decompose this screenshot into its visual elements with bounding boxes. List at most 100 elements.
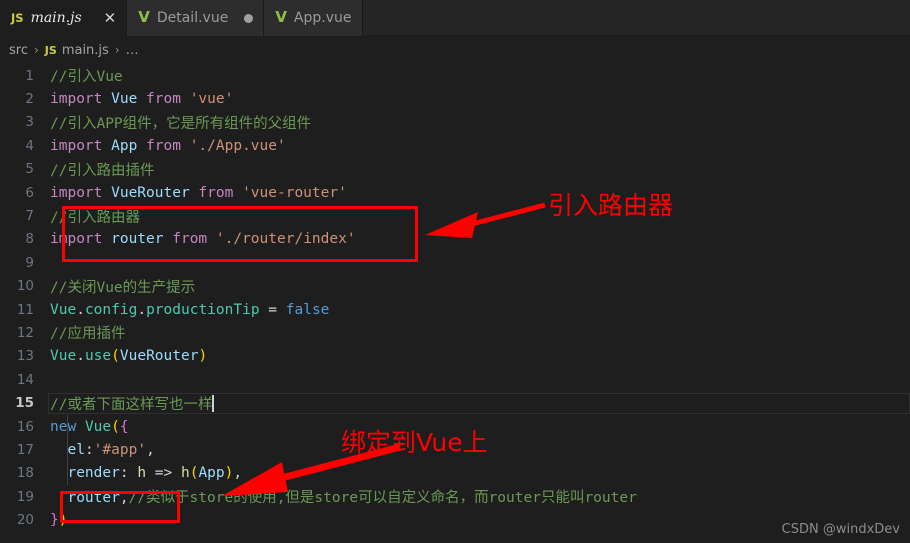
line-number: 9 — [25, 254, 34, 271]
code-line[interactable]: 1 //引入Vue — [0, 64, 910, 87]
line-number: 16 — [16, 418, 34, 435]
code-token: //应用插件 — [50, 326, 126, 343]
tab-app-vue[interactable]: V App.vue — [264, 0, 363, 36]
line-number: 1 — [25, 67, 34, 84]
code-line[interactable]: 14 — [0, 368, 910, 391]
line-number: 3 — [25, 114, 34, 131]
code-token: //或者下面这样写也一样 — [50, 396, 213, 413]
code-line[interactable]: 7 //引入路由器 — [0, 204, 910, 227]
code-line[interactable]: 2 import Vue from 'vue' — [0, 87, 910, 110]
code-token: 'vue-router' — [242, 184, 347, 201]
code-text[interactable]: Vue.use(VueRouter) — [48, 348, 910, 364]
code-text[interactable]: import VueRouter from 'vue-router' — [48, 185, 910, 201]
code-line[interactable]: 3 //引入APP组件，它是所有组件的父组件 — [0, 111, 910, 134]
code-token: from — [198, 184, 234, 201]
breadcrumb-item-src[interactable]: src — [9, 43, 28, 58]
code-text[interactable]: //或者下面这样写也一样 — [48, 393, 910, 414]
code-token: productionTip — [146, 301, 260, 318]
breadcrumb-item-file[interactable]: main.js — [62, 43, 109, 58]
code-line[interactable]: 18 render: h => h(App), — [0, 462, 910, 485]
code-token: Vue — [84, 418, 112, 435]
code-token: , — [146, 441, 155, 458]
code-text[interactable]: Vue.config.productionTip = false — [48, 302, 910, 318]
code-text[interactable]: //引入Vue — [48, 65, 910, 86]
code-text[interactable]: router,//类似于store的使用,但是store可以自定义命名，而rou… — [48, 486, 910, 507]
code-text[interactable]: import App from './App.vue' — [48, 138, 910, 154]
code-text[interactable]: import router from './router/index' — [48, 231, 910, 247]
line-number: 13 — [16, 348, 34, 365]
line-number: 11 — [16, 301, 34, 318]
unsaved-indicator-icon[interactable] — [244, 13, 254, 23]
code-line[interactable]: 8 import router from './router/index' — [0, 228, 910, 251]
code-token: from — [146, 91, 181, 108]
code-token: Vue — [50, 301, 77, 318]
tab-main-js[interactable]: JS main.js ✕ — [0, 0, 128, 36]
code-text[interactable]: //引入APP组件，它是所有组件的父组件 — [48, 112, 910, 133]
code-line[interactable]: 15 //或者下面这样写也一样 — [0, 391, 910, 414]
code-editor[interactable]: 1 //引入Vue 2 import Vue from 'vue' 3 //引入APP组件… — [0, 64, 910, 543]
tab-label: App.vue — [293, 10, 352, 26]
code-token: //引入Vue — [50, 69, 123, 86]
code-line[interactable]: 12 //应用插件 — [0, 321, 910, 344]
line-number: 4 — [25, 137, 34, 154]
code-token: render — [67, 465, 120, 482]
vscode-window: JS main.js ✕ V Detail.vue V App.vue src … — [0, 0, 910, 543]
code-token: h — [180, 465, 190, 482]
tab-detail-vue[interactable]: V Detail.vue — [127, 0, 265, 36]
code-token: //类似于store的使用,但是store可以自定义命名，而router只能叫r… — [128, 490, 637, 507]
code-token: //关闭Vue的生产提示 — [50, 279, 196, 296]
line-number: 10 — [16, 278, 34, 295]
code-token: '#app' — [93, 441, 147, 458]
close-icon[interactable]: ✕ — [104, 10, 117, 26]
code-text[interactable]: //关闭Vue的生产提示 — [48, 276, 910, 297]
code-token: : — [119, 465, 138, 482]
code-line[interactable]: 19 router,//类似于store的使用,但是store可以自定义命名，而… — [0, 485, 910, 508]
code-token: } — [50, 512, 59, 529]
code-token: router — [67, 490, 120, 507]
line-number: 17 — [16, 441, 34, 458]
code-line[interactable]: 13 Vue.use(VueRouter) — [0, 345, 910, 368]
line-number: 2 — [25, 91, 34, 108]
code-token: false — [285, 301, 330, 318]
watermark: CSDN @windxDev — [781, 522, 900, 537]
code-token: . — [137, 301, 147, 318]
chevron-right-icon: › — [33, 43, 39, 57]
line-number: 7 — [25, 208, 34, 225]
vue-file-icon: V — [138, 8, 150, 26]
text-cursor — [212, 394, 214, 412]
breadcrumb-item-symbols[interactable]: … — [126, 43, 139, 58]
chevron-right-icon: › — [114, 43, 120, 57]
js-file-icon: JS — [11, 11, 24, 25]
code-token: 'vue' — [189, 91, 234, 108]
line-number: 12 — [16, 324, 34, 341]
code-line[interactable]: 6 import VueRouter from 'vue-router' — [0, 181, 910, 204]
editor-tab-bar: JS main.js ✕ V Detail.vue V App.vue — [0, 0, 910, 36]
code-line[interactable]: 5 //引入路由插件 — [0, 158, 910, 181]
line-number: 18 — [16, 465, 34, 482]
code-text[interactable]: import Vue from 'vue' — [48, 91, 910, 107]
code-token: import — [50, 184, 112, 201]
tab-label: main.js — [30, 10, 82, 26]
code-line[interactable]: 10 //关闭Vue的生产提示 — [0, 275, 910, 298]
code-text[interactable]: //引入路由器 — [48, 206, 910, 227]
code-line[interactable]: 20}) — [0, 508, 910, 531]
code-text[interactable]: render: h => h(App), — [48, 465, 910, 481]
code-token: router — [111, 231, 164, 248]
code-line[interactable]: 9 — [0, 251, 910, 274]
code-token: => — [146, 465, 181, 482]
code-line[interactable]: 4 import App from './App.vue' — [0, 134, 910, 157]
code-token: //引入路由器 — [50, 209, 140, 226]
tab-label: Detail.vue — [156, 10, 229, 26]
code-token: : — [84, 441, 94, 458]
code-text[interactable]: //引入路由插件 — [48, 159, 910, 180]
code-token: , — [119, 490, 129, 507]
indent-guide — [67, 415, 68, 486]
code-line[interactable]: 11 Vue.config.productionTip = false — [0, 298, 910, 321]
code-token: //引入APP组件，它是所有组件的父组件 — [50, 115, 312, 132]
code-text[interactable]: //应用插件 — [48, 322, 910, 343]
